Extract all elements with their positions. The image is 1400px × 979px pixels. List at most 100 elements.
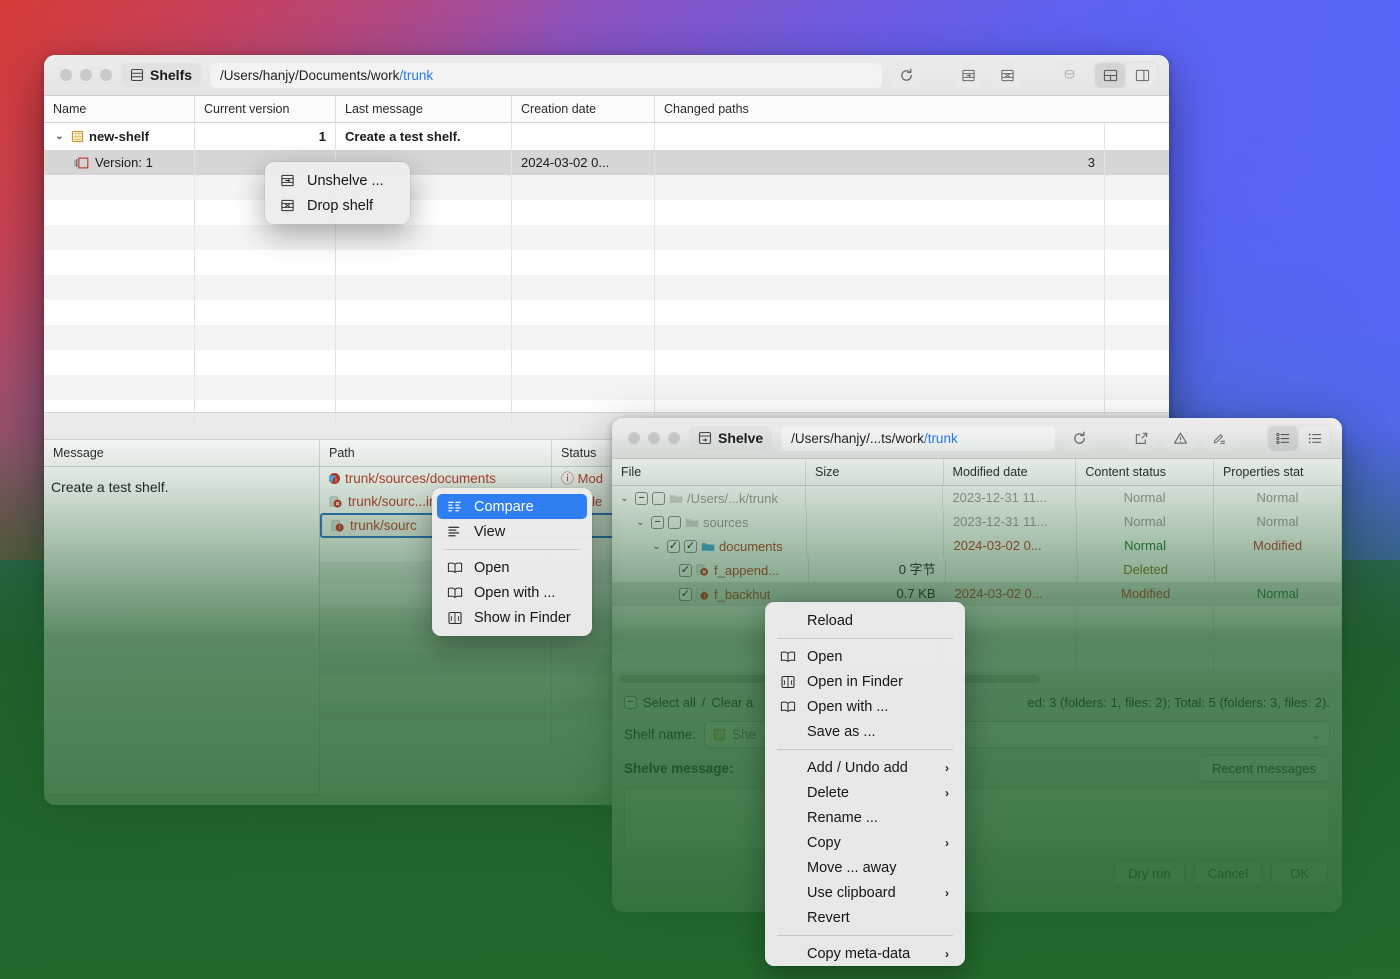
file-context-menu[interactable]: Reload Open Open in Finder Open with ...… [765,602,965,966]
column-header-current-version[interactable]: Current version [195,96,336,123]
maximize-button[interactable] [668,432,680,444]
path-field[interactable]: /Users/hanjy/Documents/work/trunk [210,63,882,88]
checkbox-mixed[interactable]: − [651,516,664,529]
refresh-button[interactable] [891,63,921,88]
checkbox-mixed[interactable]: − [635,492,648,505]
menu-item-compare[interactable]: Compare [437,494,587,519]
menu-item-copy[interactable]: Copy › [765,830,965,855]
cell-name[interactable]: ⌄ new-shelf [44,123,195,150]
layout-side-button[interactable] [1127,63,1157,88]
stack-toolbar-button[interactable] [1054,63,1084,88]
menu-item-use-clipboard[interactable]: Use clipboard › [765,880,965,905]
checkbox-checked[interactable]: ✓ [684,540,697,553]
recent-messages-button[interactable]: Recent messages [1198,755,1330,782]
menu-item-open-with[interactable]: Open with ... [432,580,592,605]
column-header-modified-date[interactable]: Modified date [944,459,1077,486]
checkbox-empty[interactable] [668,516,681,529]
chevron-down-icon[interactable]: ⌄ [53,124,66,149]
menu-item-open[interactable]: Open [765,644,965,669]
cell-name[interactable]: Version: 1 [44,150,195,175]
warning-triangle-button[interactable] [1165,426,1195,451]
checkbox-checked[interactable]: ✓ [667,540,680,553]
layout-toggle-group[interactable] [1093,61,1159,90]
window-traffic-lights[interactable] [622,432,680,444]
horizontal-scrollbar[interactable] [620,675,1334,683]
drop-shelf-toolbar-button[interactable] [992,63,1022,88]
close-button[interactable] [60,69,72,81]
menu-item-show-in-finder[interactable]: Show in Finder [432,605,592,630]
layout-split-button[interactable] [1095,63,1125,88]
column-header-name[interactable]: Name [44,96,195,123]
shelve-titlebar[interactable]: Shelve /Users/hanjy/...ts/work/trunk [612,418,1342,459]
menu-item-add-undo-add[interactable]: Add / Undo add › [765,755,965,780]
column-header-content-status[interactable]: Content status [1076,459,1214,486]
shelfs-titlebar[interactable]: Shelfs /Users/hanjy/Documents/work/trunk [44,55,1169,96]
column-header-properties-status[interactable]: Properties stat [1214,459,1342,486]
checkbox-empty[interactable] [652,492,665,505]
minimize-button[interactable] [648,432,660,444]
shelf-context-menu[interactable]: Unshelve ... Drop shelf [265,162,410,224]
shelfs-table[interactable]: Name Current version Last message Creati… [44,96,1169,412]
menu-item-delete[interactable]: Delete › [765,780,965,805]
unshelve-icon [278,173,297,188]
edit-pencil-button[interactable] [1204,426,1234,451]
message-text: Create a test shelf. [44,467,319,507]
dry-run-button[interactable]: Dry run [1114,860,1185,887]
column-header-changed-paths[interactable]: Changed paths [655,96,1105,123]
menu-item-drop-shelf[interactable]: Drop shelf [265,193,410,218]
close-button[interactable] [628,432,640,444]
chevron-down-icon[interactable]: ⌄ [1311,728,1321,742]
menu-item-rename[interactable]: Rename ... [765,805,965,830]
shelve-message-textarea[interactable] [624,788,1330,850]
unshelve-toolbar-button[interactable] [953,63,983,88]
column-header-file[interactable]: File [612,459,806,486]
external-link-button[interactable] [1126,426,1156,451]
table-row[interactable]: ⌄ ✓ ✓ documents 2024-03-02 0... Normal M… [612,534,1342,558]
menu-item-unshelve[interactable]: Unshelve ... [265,168,410,193]
menu-item-copy-meta-data[interactable]: Copy meta-data › [765,941,965,966]
path-field[interactable]: /Users/hanjy/...ts/work/trunk [781,426,1055,451]
shelve-file-table[interactable]: File Size Modified date Content status P… [612,459,1342,671]
cell-content-status: Deleted [1078,558,1215,582]
table-row[interactable]: ✓ ! f_backhut 0.7 KB 2024-03-02 0... Mod… [612,582,1342,606]
refresh-button[interactable] [1064,426,1094,451]
menu-item-reload[interactable]: Reload [765,608,965,633]
minimize-button[interactable] [80,69,92,81]
table-row[interactable]: ✓ f_append... 0 字节 Deleted [612,558,1342,582]
maximize-button[interactable] [100,69,112,81]
table-row[interactable]: ⌄ − sources 2023-12-31 11... Normal Norm… [612,510,1342,534]
list-flat-button[interactable] [1300,426,1330,451]
menu-item-view[interactable]: View [432,519,592,544]
window-traffic-lights[interactable] [54,69,112,81]
ok-button[interactable]: OK [1271,860,1328,887]
column-header-last-message[interactable]: Last message [336,96,512,123]
list-detailed-button[interactable] [1268,426,1298,451]
menu-item-revert[interactable]: Revert [765,905,965,930]
list-mode-group[interactable] [1266,424,1332,453]
menu-item-save-as[interactable]: Save as ... [765,719,965,744]
cancel-button[interactable]: Cancel [1194,860,1262,887]
chevron-down-icon[interactable]: ⌄ [618,486,631,510]
menu-item-open-in-finder[interactable]: Open in Finder [765,669,965,694]
table-row[interactable]: ⌄ new-shelf 1 Create a test shelf. [44,123,1169,150]
menu-item-open-with[interactable]: Open with ... [765,694,965,719]
menu-item-move-away[interactable]: Move ... away [765,855,965,880]
table-row[interactable]: ⌄ − /Users/...k/trunk 2023-12-31 11... N… [612,486,1342,510]
select-all-label[interactable]: Select all [643,695,696,710]
checkbox-checked[interactable]: ✓ [679,588,692,601]
menu-item-open[interactable]: Open [432,555,592,580]
menu-separator [777,935,953,936]
column-header-path[interactable]: Path [320,440,552,467]
checkbox-checked[interactable]: ✓ [679,564,692,577]
column-header-size[interactable]: Size [806,459,944,486]
chevron-down-icon[interactable]: ⌄ [634,510,647,534]
clear-all-label[interactable]: Clear a [711,695,753,710]
window-title-chip: Shelfs [121,63,201,87]
select-all-checkbox[interactable]: − [624,696,637,709]
shelve-window[interactable]: Shelve /Users/hanjy/...ts/work/trunk [612,418,1342,912]
menu-item-label: Add / Undo add [807,760,935,776]
column-header-creation-date[interactable]: Creation date [512,96,655,123]
chevron-down-icon[interactable]: ⌄ [650,534,663,558]
table-row[interactable]: Version: 1 2024-03-02 0... 3 [44,150,1169,175]
path-context-menu[interactable]: Compare View Open Open with ... Show in [432,488,592,636]
